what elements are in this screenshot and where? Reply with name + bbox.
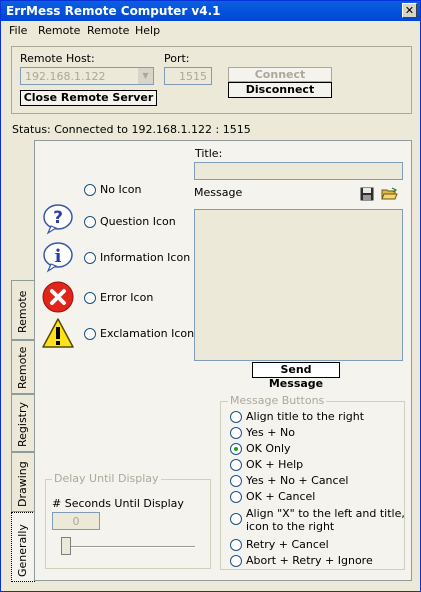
option-label: OK + Help (246, 458, 304, 471)
tab-generally[interactable]: Generally (11, 512, 35, 582)
port-label: Port: (164, 52, 190, 65)
radio-no-icon[interactable] (84, 184, 96, 196)
menu-remote-2[interactable]: Remote (87, 24, 129, 37)
exclamation-icon-label: Exclamation Icon (100, 327, 195, 340)
radio-ok-cancel[interactable] (230, 491, 242, 503)
menu-file[interactable]: File (9, 24, 27, 37)
tab-drawing[interactable]: Drawing (11, 452, 35, 512)
message-buttons-legend: Message Buttons (228, 394, 327, 407)
radio-retry-cancel[interactable] (230, 539, 242, 551)
connect-button[interactable]: Connect (228, 67, 332, 82)
remote-host-label: Remote Host: (20, 52, 95, 65)
status-text: Status: Connected to 192.168.1.122 : 151… (12, 123, 251, 136)
tab-registry[interactable]: Registry (11, 394, 35, 452)
close-remote-server-button[interactable]: Close Remote Server (20, 90, 157, 106)
radio-yes-no[interactable] (230, 427, 242, 439)
question-icon: ? (43, 204, 73, 235)
option-label-line2: icon to the right (246, 520, 335, 533)
radio-exclamation-icon[interactable] (84, 328, 96, 340)
send-message-button[interactable]: Send Message (252, 362, 340, 390)
delay-slider-track[interactable] (61, 546, 195, 548)
title-bar: ErrMess Remote Computer v4.1 ✕ (1, 1, 420, 21)
no-icon-label: No Icon (100, 183, 142, 196)
disconnect-button[interactable]: Disconnect (228, 82, 332, 98)
error-icon (42, 281, 74, 313)
radio-ok-only[interactable] (230, 443, 242, 455)
message-label: Message (194, 186, 243, 199)
radio-abort-retry-ignore[interactable] (230, 555, 242, 567)
svg-text:?: ? (53, 208, 63, 228)
svg-text:i: i (55, 246, 62, 267)
tab-remote-1[interactable]: Remote (11, 280, 35, 340)
open-folder-icon[interactable] (381, 187, 398, 201)
radio-error-icon[interactable] (84, 292, 96, 304)
remote-host-value: 192.168.1.122 (25, 70, 106, 83)
radio-ok-help[interactable] (230, 459, 242, 471)
tab-remote-2[interactable]: Remote (11, 340, 35, 394)
option-label: Align title to the right (246, 410, 365, 423)
radio-align-title-right[interactable] (230, 411, 242, 423)
option-label: Retry + Cancel (246, 538, 329, 551)
seconds-label: # Seconds Until Display (52, 497, 184, 510)
option-label: OK + Cancel (246, 490, 316, 503)
port-field[interactable]: 1515 (164, 67, 212, 85)
question-icon-label: Question Icon (100, 215, 176, 228)
message-textarea[interactable] (194, 209, 403, 361)
delay-legend: Delay Until Display (52, 472, 161, 485)
menu-bar: File Remote Remote Help (1, 21, 420, 41)
delay-slider-thumb[interactable] (61, 537, 71, 555)
chevron-down-icon[interactable]: ▼ (138, 68, 153, 84)
save-icon[interactable] (360, 187, 374, 201)
option-label: Align "X" to the left and title, (246, 507, 405, 520)
information-icon: i (43, 242, 73, 273)
radio-yes-no-cancel[interactable] (230, 475, 242, 487)
menu-remote-1[interactable]: Remote (38, 24, 80, 37)
error-icon-label: Error Icon (100, 291, 154, 304)
option-label: Yes + No + Cancel (246, 474, 349, 487)
radio-question-icon[interactable] (84, 216, 96, 228)
title-input[interactable] (194, 162, 403, 180)
app-window: ErrMess Remote Computer v4.1 ✕ File Remo… (0, 0, 421, 592)
information-icon-label: Information Icon (100, 251, 191, 264)
radio-align-x-left[interactable] (230, 513, 242, 525)
close-button[interactable]: ✕ (402, 3, 417, 18)
option-label: Yes + No (246, 426, 295, 439)
radio-information-icon[interactable] (84, 252, 96, 264)
option-label: OK Only (246, 442, 291, 455)
option-label: Abort + Retry + Ignore (246, 554, 373, 567)
remote-host-combo[interactable]: 192.168.1.122 ▼ (20, 67, 154, 85)
window-title: ErrMess Remote Computer v4.1 (6, 4, 221, 18)
title-label: Title: (195, 147, 223, 160)
exclamation-icon (42, 318, 74, 348)
seconds-field[interactable]: 0 (52, 512, 100, 530)
menu-help[interactable]: Help (135, 24, 160, 37)
